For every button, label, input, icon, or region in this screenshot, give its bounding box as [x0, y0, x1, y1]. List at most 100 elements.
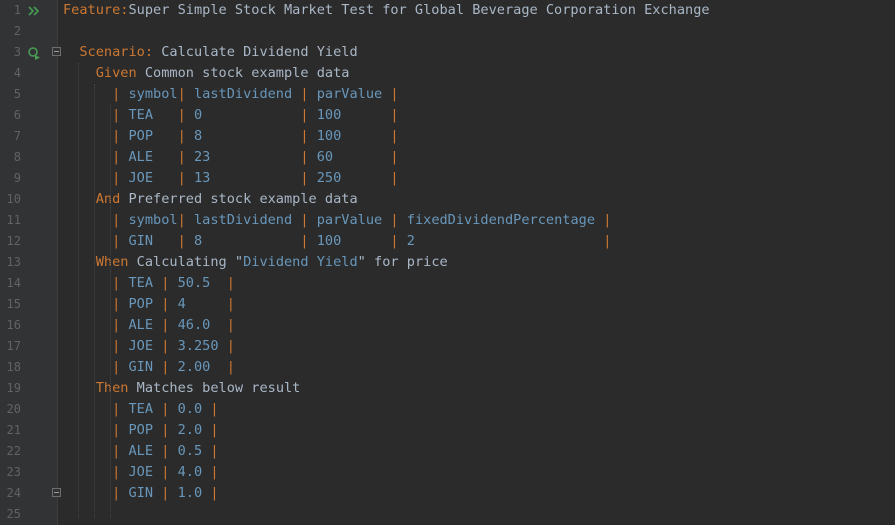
code-line[interactable]: 4 Given Common stock example data: [0, 63, 895, 84]
table-pipe: |: [390, 128, 399, 144]
table-pipe: |: [226, 275, 235, 291]
table-pipe: |: [177, 149, 186, 165]
code-line[interactable]: 14 | TEA | 50.5 |: [0, 273, 895, 294]
code-line[interactable]: 7 | POP | 8 | 100 |: [0, 126, 895, 147]
line-number: 23: [6, 465, 21, 479]
table-pipe: |: [226, 296, 235, 312]
indent-guide: [78, 63, 79, 518]
code-line[interactable]: 9 | JOE | 13 | 250 |: [0, 168, 895, 189]
code-line[interactable]: 3 Scenario: Calculate Dividend Yield: [0, 42, 895, 63]
table-cell: 8: [185, 128, 301, 144]
code-text: Given Common stock example data: [63, 63, 350, 84]
code-line[interactable]: 1 Feature:Super Simple Stock Market Test …: [0, 0, 895, 21]
code-line[interactable]: 21 | POP | 2.0 |: [0, 420, 895, 441]
table-cell: 2.00: [169, 359, 227, 375]
fold-marker-icon[interactable]: [52, 488, 61, 497]
step-text: Calculating ": [128, 254, 244, 270]
code-text: | JOE | 13 | 250 |: [63, 168, 398, 189]
code-text: | GIN | 8 | 100 | 2 |: [63, 231, 611, 252]
code-text: | POP | 8 | 100 |: [63, 126, 399, 147]
gherkin-keyword: Given: [95, 65, 137, 81]
table-cell: ALE: [120, 317, 162, 333]
line-number: 8: [13, 150, 21, 164]
code-line[interactable]: 23 | JOE | 4.0 |: [0, 462, 895, 483]
table-cell: POP: [120, 422, 162, 438]
code-text: | symbol| lastDividend | parValue | fixe…: [63, 210, 611, 231]
step-text: " for price: [357, 254, 448, 270]
code-line[interactable]: 8 | ALE | 23 | 60 |: [0, 147, 895, 168]
code-line[interactable]: 12 | GIN | 8 | 100 | 2 |: [0, 231, 895, 252]
table-pipe: |: [226, 338, 235, 354]
line-number: 22: [6, 444, 21, 458]
table-pipe: |: [226, 317, 235, 333]
table-cell: 100: [308, 107, 391, 123]
code-line[interactable]: 16 | ALE | 46.0 |: [0, 315, 895, 336]
code-line[interactable]: 5 | symbol| lastDividend | parValue |: [0, 84, 895, 105]
table-cell: GIN: [120, 485, 162, 501]
code-line[interactable]: 10 And Preferred stock example data: [0, 189, 895, 210]
table-pipe: |: [210, 422, 219, 438]
code-text: | TEA | 0.0 |: [63, 399, 218, 420]
table-pipe: |: [390, 233, 399, 249]
table-cell: 100: [308, 233, 391, 249]
step-parameter: Dividend Yield: [243, 254, 358, 270]
table-cell: 4.0: [169, 464, 211, 480]
line-number: 10: [6, 192, 21, 206]
table-pipe: |: [603, 212, 612, 228]
code-line[interactable]: 6 | TEA | 0 | 100 |: [0, 105, 895, 126]
table-cell: 50.5: [169, 275, 227, 291]
code-line[interactable]: 13 When Calculating "Dividend Yield" for…: [0, 252, 895, 273]
table-cell: POP: [120, 128, 178, 144]
table-pipe: |: [300, 149, 309, 165]
table-cell: 4: [169, 296, 227, 312]
table-pipe: |: [300, 170, 309, 186]
code-line[interactable]: 18 | GIN | 2.00 |: [0, 357, 895, 378]
line-number: 1: [13, 3, 21, 17]
table-cell: fixedDividendPercentage: [398, 212, 604, 228]
table-pipe: |: [300, 86, 309, 102]
code-text: Then Matches below result: [63, 378, 301, 399]
table-cell: parValue: [308, 212, 391, 228]
table-pipe: |: [177, 86, 186, 102]
line-number: 15: [6, 297, 21, 311]
code-text: | TEA | 50.5 |: [63, 273, 235, 294]
fold-marker-icon[interactable]: [52, 47, 61, 56]
line-number: 2: [13, 24, 21, 38]
code-line[interactable]: 2: [0, 21, 895, 42]
table-cell: GIN: [120, 233, 178, 249]
code-line[interactable]: 11 | symbol| lastDividend | parValue | f…: [0, 210, 895, 231]
table-cell: 0.5: [169, 443, 211, 459]
table-pipe: |: [300, 233, 309, 249]
run-scenario-icon[interactable]: [27, 45, 41, 60]
code-line[interactable]: 19 Then Matches below result: [0, 378, 895, 399]
indent-guide: [110, 105, 111, 518]
code-text: | JOE | 3.250 |: [63, 336, 235, 357]
table-cell: parValue: [308, 86, 391, 102]
run-all-icon[interactable]: [27, 3, 41, 17]
code-line[interactable]: 20 | TEA | 0.0 |: [0, 399, 895, 420]
step-text: Matches below result: [128, 380, 301, 396]
line-number: 14: [6, 276, 21, 290]
table-pipe: |: [210, 443, 219, 459]
table-pipe: |: [177, 128, 186, 144]
table-cell: 23: [185, 149, 301, 165]
table-pipe: |: [300, 128, 309, 144]
table-cell: TEA: [120, 401, 162, 417]
code-line[interactable]: 15 | POP | 4 |: [0, 294, 895, 315]
code-text: | JOE | 4.0 |: [63, 462, 218, 483]
line-number: 25: [6, 507, 21, 521]
table-cell: JOE: [120, 464, 162, 480]
code-line[interactable]: 17 | JOE | 3.250 |: [0, 336, 895, 357]
code-line[interactable]: 22 | ALE | 0.5 |: [0, 441, 895, 462]
table-cell: 60: [308, 149, 391, 165]
table-cell: 8: [185, 233, 301, 249]
table-cell: 2: [398, 233, 604, 249]
code-text: | POP | 4 |: [63, 294, 235, 315]
table-pipe: |: [210, 485, 219, 501]
step-text: Common stock example data: [136, 65, 350, 81]
code-line[interactable]: 25: [0, 504, 895, 525]
code-editor[interactable]: 1 Feature:Super Simple Stock Market Test …: [0, 0, 895, 525]
code-text: | symbol| lastDividend | parValue |: [63, 84, 398, 105]
code-line[interactable]: 24 | GIN | 1.0 |: [0, 483, 895, 504]
line-number: 11: [6, 213, 21, 227]
